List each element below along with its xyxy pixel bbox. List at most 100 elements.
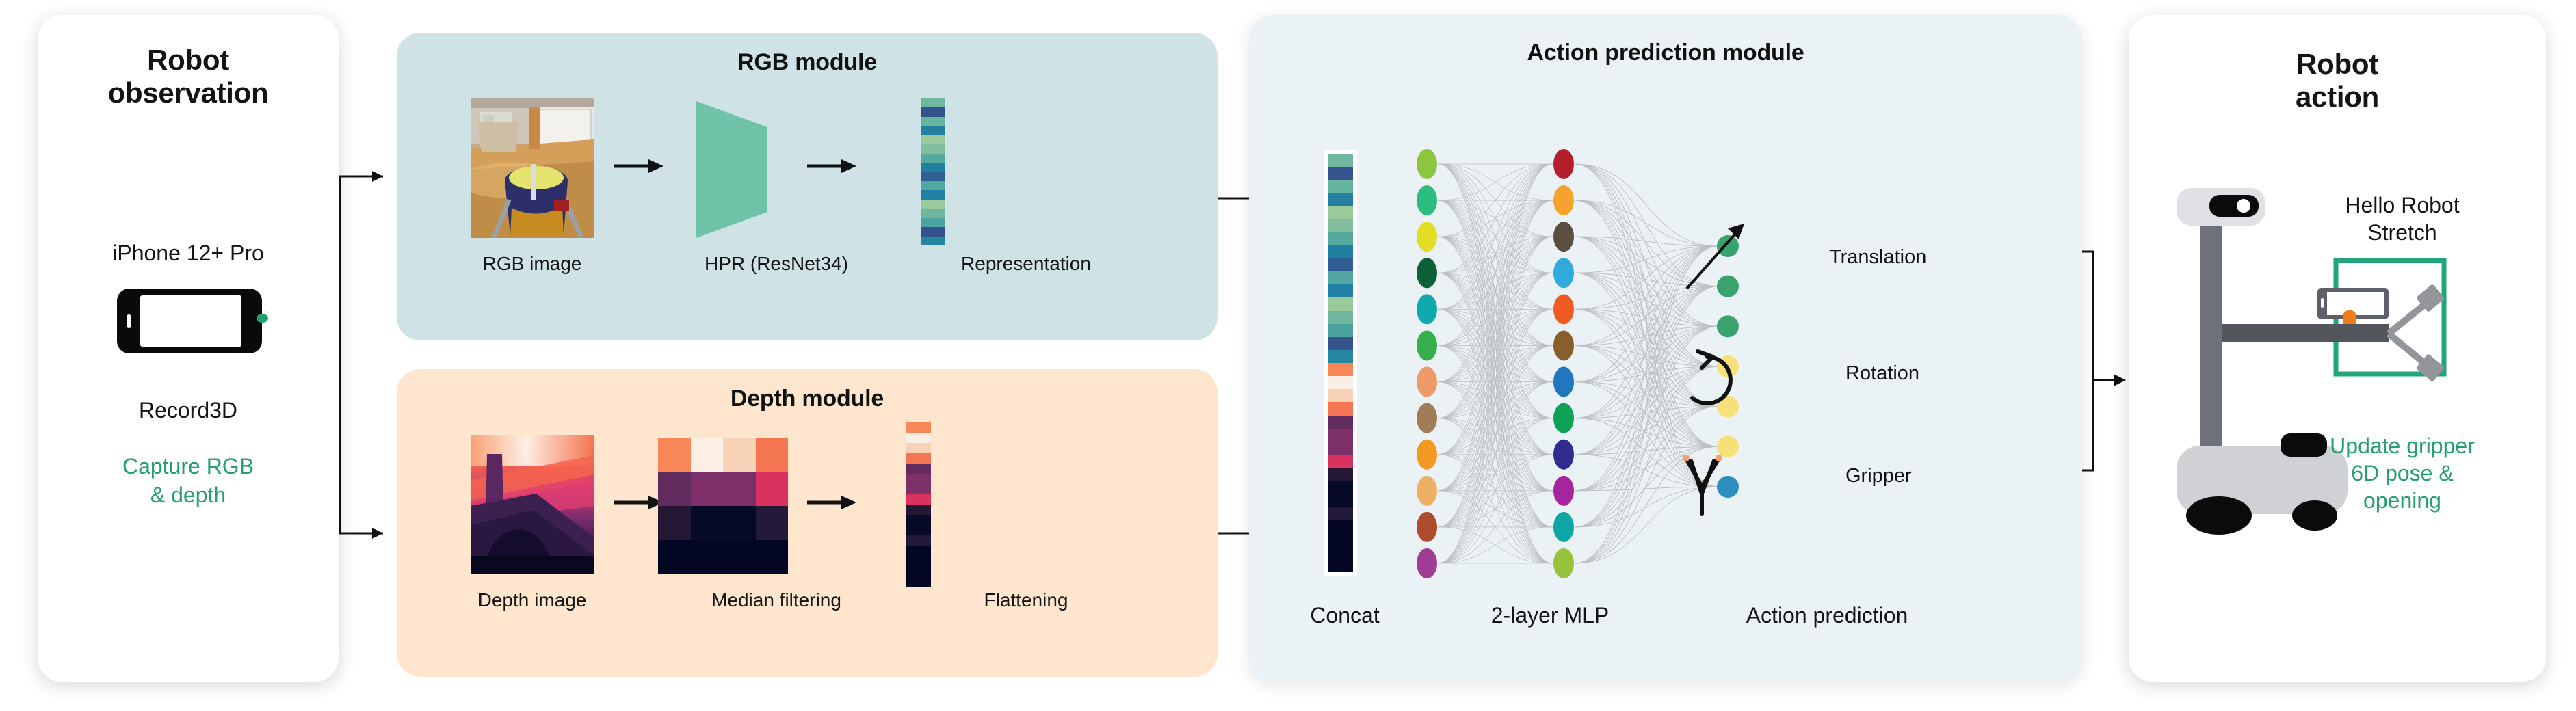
concat-cell xyxy=(1328,376,1353,390)
median-grid-cell xyxy=(723,540,756,574)
capture-label-line1: Capture RGB xyxy=(122,454,254,479)
mlp-input-layer-node xyxy=(1417,294,1437,325)
representation-caption: Representation xyxy=(961,253,1091,274)
mlp-input-layer-node xyxy=(1417,439,1437,470)
concat-cell xyxy=(1328,363,1353,377)
mlp-input-layer-node xyxy=(1417,330,1437,361)
median-grid-cell xyxy=(690,438,723,472)
concat-cell xyxy=(1328,232,1353,245)
flatten-cell xyxy=(906,576,931,587)
mlp-hidden-layer-node xyxy=(1553,330,1574,361)
flatten-cell xyxy=(906,484,931,494)
flatten-cell xyxy=(906,494,931,505)
robot-name-label: Hello Robot Stretch xyxy=(2286,191,2519,246)
mlp-hidden-layer xyxy=(1553,149,1574,578)
representation-cell xyxy=(921,236,945,245)
panel-robot-observation: Robot observation iPhone 12+ Pro Record3… xyxy=(38,15,339,682)
phone-speaker-icon xyxy=(127,314,131,328)
flatten-cell xyxy=(906,566,931,576)
representation-cell xyxy=(921,227,945,237)
mlp-input-layer-node xyxy=(1417,548,1437,578)
flatten-cell xyxy=(906,433,931,443)
action-module-title: Action prediction module xyxy=(1527,40,1804,66)
concat-cell xyxy=(1328,167,1353,180)
flatten-cell xyxy=(906,546,931,556)
capture-label-line2: & depth xyxy=(150,482,226,507)
output-label-rotation: Rotation xyxy=(1845,362,1920,384)
stretch-robot-illustration xyxy=(2177,188,2447,535)
capture-label: Capture RGB & depth xyxy=(38,453,339,509)
depth-flattening-vector xyxy=(906,422,931,587)
concat-cell xyxy=(1328,454,1353,468)
concat-cell xyxy=(1328,271,1353,285)
app-label: Record3D xyxy=(138,398,238,422)
phone-screen xyxy=(140,295,241,347)
concat-cell xyxy=(1328,310,1353,324)
action-prediction-caption: Action prediction xyxy=(1746,603,1908,628)
gripper-fingers xyxy=(2386,299,2430,368)
rgb-module-title: RGB module xyxy=(737,49,877,75)
median-filter-grid xyxy=(658,438,788,574)
concat-cell xyxy=(1328,245,1353,258)
concat-cell xyxy=(1328,494,1353,507)
concat-cell xyxy=(1328,389,1353,403)
arrow-right-icon xyxy=(807,159,856,173)
mlp-input-layer-node xyxy=(1417,258,1437,289)
concat-cell xyxy=(1328,481,1353,494)
flatten-cell xyxy=(906,556,931,566)
flattening-caption: Flattening xyxy=(984,589,1068,611)
flatten-cell xyxy=(906,535,931,546)
mlp-input-layer-node xyxy=(1417,185,1437,216)
concat-vector xyxy=(1328,154,1353,572)
median-grid-cell xyxy=(658,506,691,540)
representation-cell xyxy=(921,217,945,228)
mlp-hidden-layer-node xyxy=(1553,222,1574,252)
mlp-output-layer-node xyxy=(1717,356,1739,377)
observation-title-line2: observation xyxy=(107,77,269,109)
representation-cell xyxy=(921,163,945,172)
flatten-cell xyxy=(906,515,931,525)
flatten-cell xyxy=(906,443,931,453)
robot-camera-lens xyxy=(2237,199,2250,213)
flatten-cell xyxy=(906,464,931,474)
representation-cell xyxy=(921,153,945,163)
robot-update-line1: Update gripper xyxy=(2330,433,2475,458)
median-grid-cell xyxy=(690,506,723,540)
rgb-image-caption: RGB image xyxy=(482,253,582,274)
concat-cell xyxy=(1328,206,1353,219)
output-label-gripper: Gripper xyxy=(1845,465,1912,487)
mlp-hidden-layer-node xyxy=(1553,149,1574,179)
median-grid-cell xyxy=(755,438,788,472)
flatten-cell xyxy=(906,453,931,464)
mlp-input-layer-node xyxy=(1417,149,1437,179)
panel-rgb-module: RGB module RGB image HPR (ResNet34) Repr… xyxy=(397,33,1218,340)
median-grid-cell xyxy=(755,472,788,506)
concat-cell xyxy=(1328,349,1353,363)
depth-image-caption: Depth image xyxy=(477,589,587,611)
concat-cell xyxy=(1328,559,1353,572)
mlp-hidden-layer-node xyxy=(1553,439,1574,470)
representation-cell xyxy=(921,135,945,145)
flatten-cell xyxy=(906,474,931,484)
representation-cell xyxy=(921,199,945,209)
panel-depth-module: Depth module Depth image Median filterin… xyxy=(397,369,1218,677)
representation-cell xyxy=(921,98,945,108)
representation-cell xyxy=(921,209,945,218)
robot-update-line2: 6D pose & xyxy=(2351,461,2454,485)
concat-cell xyxy=(1328,297,1353,311)
mlp-output-layer-node xyxy=(1717,315,1739,338)
diagram-canvas: Robot observation iPhone 12+ Pro Record3… xyxy=(0,0,2576,711)
median-grid-cell xyxy=(723,438,756,472)
panel-robot-action: Robot action Hello Robot Stretch Update … xyxy=(2129,15,2546,682)
gripper-phone-speaker xyxy=(2321,298,2324,308)
mlp-hidden-layer-node xyxy=(1553,548,1574,578)
median-grid-cell xyxy=(658,438,691,472)
flatten-cell xyxy=(906,525,931,535)
representation-cell xyxy=(921,107,945,117)
mlp-input-layer-node xyxy=(1417,366,1437,397)
concat-cell xyxy=(1328,428,1353,442)
median-grid-cell xyxy=(723,472,756,506)
concat-cell xyxy=(1328,219,1353,232)
concat-cell xyxy=(1328,507,1353,520)
output-label-translation: Translation xyxy=(1829,246,1927,268)
